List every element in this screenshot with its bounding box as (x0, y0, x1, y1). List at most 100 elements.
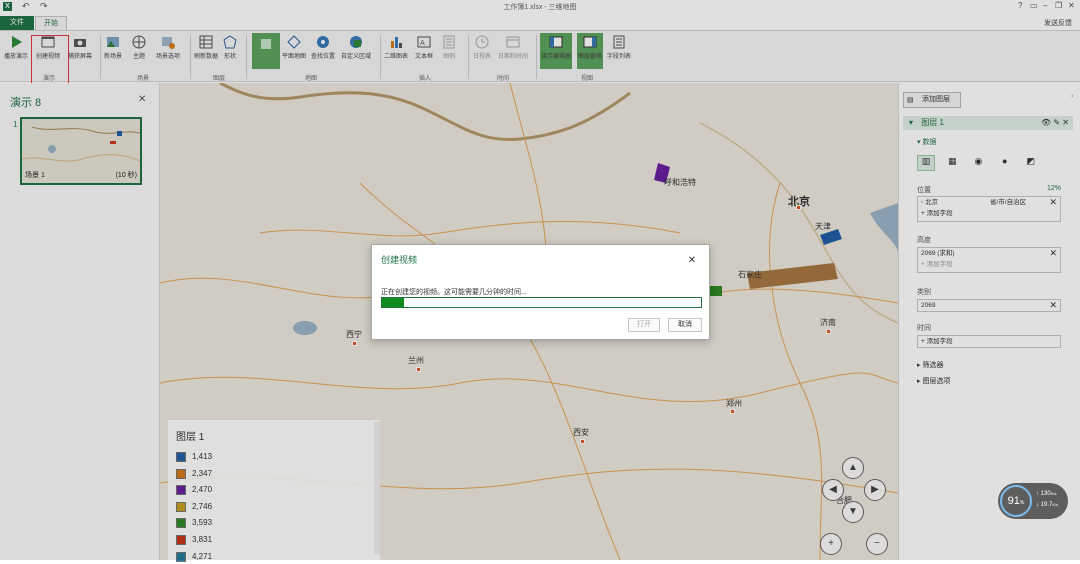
layer-pane-icon (583, 36, 597, 48)
tour-pane: 演示 8 ✕ 1 场景 1 (10 秒) (0, 83, 160, 560)
time-field-box[interactable]: + 添加字段 (917, 335, 1061, 348)
city-label: 郑州 (726, 399, 742, 408)
city-marker (796, 205, 801, 210)
dialog-message: 正在创建您的视频。这可能需要几分钟的时间... (381, 289, 527, 296)
capture-screen-button[interactable]: 捕获屏幕 (68, 35, 92, 60)
bubble-icon[interactable]: ◉ (969, 156, 987, 172)
height-field-box[interactable]: 2069 (求和) + 添加字段 ✕ (917, 247, 1061, 273)
collapse-icon[interactable]: ▾ (909, 118, 913, 127)
layer-header[interactable]: ▾ 图层 1 👁 ✎ ✕ (903, 116, 1073, 130)
rotate-left-button[interactable]: ◀ (822, 479, 844, 501)
zoom-in-button[interactable]: + (820, 533, 842, 555)
zoom-out-button[interactable]: − (866, 533, 888, 555)
data-section-title[interactable]: ▾ 数据 (917, 137, 936, 147)
city-label: 呼和浩特 (664, 178, 696, 187)
stacked-column-icon[interactable]: ▥ (917, 155, 935, 171)
date-time-button[interactable]: 日期和时间 (498, 35, 528, 60)
legend-item: 3,831 (176, 535, 212, 547)
ribbon-separator (190, 35, 191, 79)
2d-chart-button[interactable]: 二维图表 (384, 35, 408, 60)
ribbon-separator (100, 35, 101, 79)
flat-map-icon (287, 35, 301, 49)
theme-button[interactable]: 主题 (132, 35, 146, 60)
layer-options-section[interactable]: ▸ 图层选项 (917, 376, 950, 386)
ribbon-separator (246, 35, 247, 79)
refresh-data-button[interactable]: 刷新数据 (194, 35, 218, 60)
add-layer-icon: ▤ (907, 97, 914, 104)
cancel-button[interactable]: 取消 (668, 318, 702, 332)
progress-fill (382, 298, 405, 307)
region-icon[interactable]: ◩ (1022, 156, 1040, 172)
category-label: 类别 (917, 289, 931, 296)
legend-swatch (176, 452, 186, 462)
help-icon[interactable]: ? (1018, 1, 1022, 10)
rotate-right-button[interactable]: ▶ (864, 479, 886, 501)
legend-value: 3,831 (192, 535, 213, 545)
visualization-type-icons[interactable]: ▥ ▦ ◉ ● ◩ (917, 155, 1067, 171)
layer-actions-icons[interactable]: 👁 ✎ ✕ (1041, 116, 1069, 130)
open-button[interactable]: 打开 (628, 318, 660, 332)
tab-file[interactable]: 文件 (0, 16, 34, 30)
camera-icon (74, 39, 86, 47)
layer-name: 图层 1 (921, 118, 944, 127)
location-field-box[interactable]: ◦ 北京 省/市/自治区 + 添加字段 ✕ (917, 196, 1061, 222)
chevron-right-icon[interactable]: › (1071, 91, 1074, 100)
clustered-column-icon[interactable]: ▦ (943, 156, 961, 172)
close-window-icon[interactable]: ✕ (1068, 1, 1075, 10)
add-layer-button[interactable]: ▤ 添加图层 (903, 92, 961, 108)
video-progress-bar (381, 297, 702, 308)
minimize-icon[interactable]: – (1043, 1, 1047, 10)
find-location-button[interactable]: 查找位置 (311, 35, 335, 60)
create-video-highlight-box (31, 35, 69, 86)
tilt-up-button[interactable]: ▲ (842, 457, 864, 479)
theme-icon (132, 35, 146, 49)
ribbon-display-icon[interactable]: ▭ (1030, 1, 1038, 10)
filters-section[interactable]: ▸ 筛选器 (917, 360, 943, 370)
legend-scrollbar[interactable] (374, 422, 380, 554)
play-tour-button[interactable]: 播放演示 (4, 35, 28, 60)
scene-options-button[interactable]: 场景选项 (156, 35, 180, 60)
tour-editor-button[interactable]: 演示编辑器 (540, 33, 573, 69)
group-label-view: 视图 (580, 76, 593, 82)
legend-value: 3,593 (192, 518, 213, 528)
scene-thumbnail[interactable]: 场景 1 (10 秒) (20, 117, 142, 185)
shape-button[interactable]: 形状 (223, 35, 237, 60)
city-label: 兰州 (408, 356, 424, 365)
legend-value: 2,347 (192, 468, 213, 478)
ribbon-separator (468, 35, 469, 79)
remove-field-icon[interactable]: ✕ (1049, 300, 1057, 311)
group-label-map: 地图 (304, 76, 317, 82)
tilt-down-button[interactable]: ▼ (842, 501, 864, 523)
city-label: 天津 (815, 222, 831, 231)
legend-item: 3,593 (176, 518, 212, 530)
legend-item: 2,347 (176, 468, 213, 481)
legend-swatch (176, 535, 186, 545)
legend-item: 1,413 (176, 452, 212, 464)
heatmap-icon[interactable]: ● (996, 156, 1014, 172)
new-scene-button[interactable]: 新场景 (104, 35, 122, 60)
city-marker (580, 439, 585, 444)
close-tour-pane-icon[interactable]: ✕ (138, 94, 146, 105)
legend-swatch (176, 551, 186, 562)
network-monitor-widget[interactable]: 91% ↑ 130K/s ↓ 19.7K/s (998, 483, 1068, 519)
map-legend[interactable]: 图层 1 1,413 2,347 2,470 2,746 3,593 3,831 4,271 (168, 420, 380, 562)
location-match-percent[interactable]: 12% (1047, 185, 1061, 192)
svg-text:A: A (420, 39, 425, 47)
legend-button[interactable]: 图例 (442, 35, 456, 60)
dialog-close-icon[interactable]: ✕ (688, 255, 696, 266)
flat-map-toggle-button[interactable] (252, 33, 280, 69)
remove-field-icon[interactable]: ✕ (1049, 248, 1057, 259)
remove-field-icon[interactable]: ✕ (1049, 197, 1057, 208)
restore-icon[interactable]: ❐ (1055, 1, 1062, 10)
custom-region-button[interactable]: 自定义区域 (341, 35, 371, 60)
flat-map-button[interactable]: 平面地图 (282, 35, 306, 60)
field-list-button[interactable]: 字段列表 (607, 35, 631, 60)
textbox-button[interactable]: A 文本框 (415, 35, 433, 60)
category-field-box[interactable]: 2069 ✕ (917, 299, 1061, 312)
layer-pane-button[interactable]: 图层窗格 (577, 33, 604, 69)
location-type[interactable]: 省/市/自治区 (990, 197, 1026, 208)
add-field-link[interactable]: 添加字段 (927, 210, 953, 217)
tab-home[interactable]: 开始 (35, 16, 67, 30)
send-feedback-link[interactable]: 发送反馈 (1044, 18, 1072, 28)
timeline-button[interactable]: 日程表 (473, 35, 491, 60)
